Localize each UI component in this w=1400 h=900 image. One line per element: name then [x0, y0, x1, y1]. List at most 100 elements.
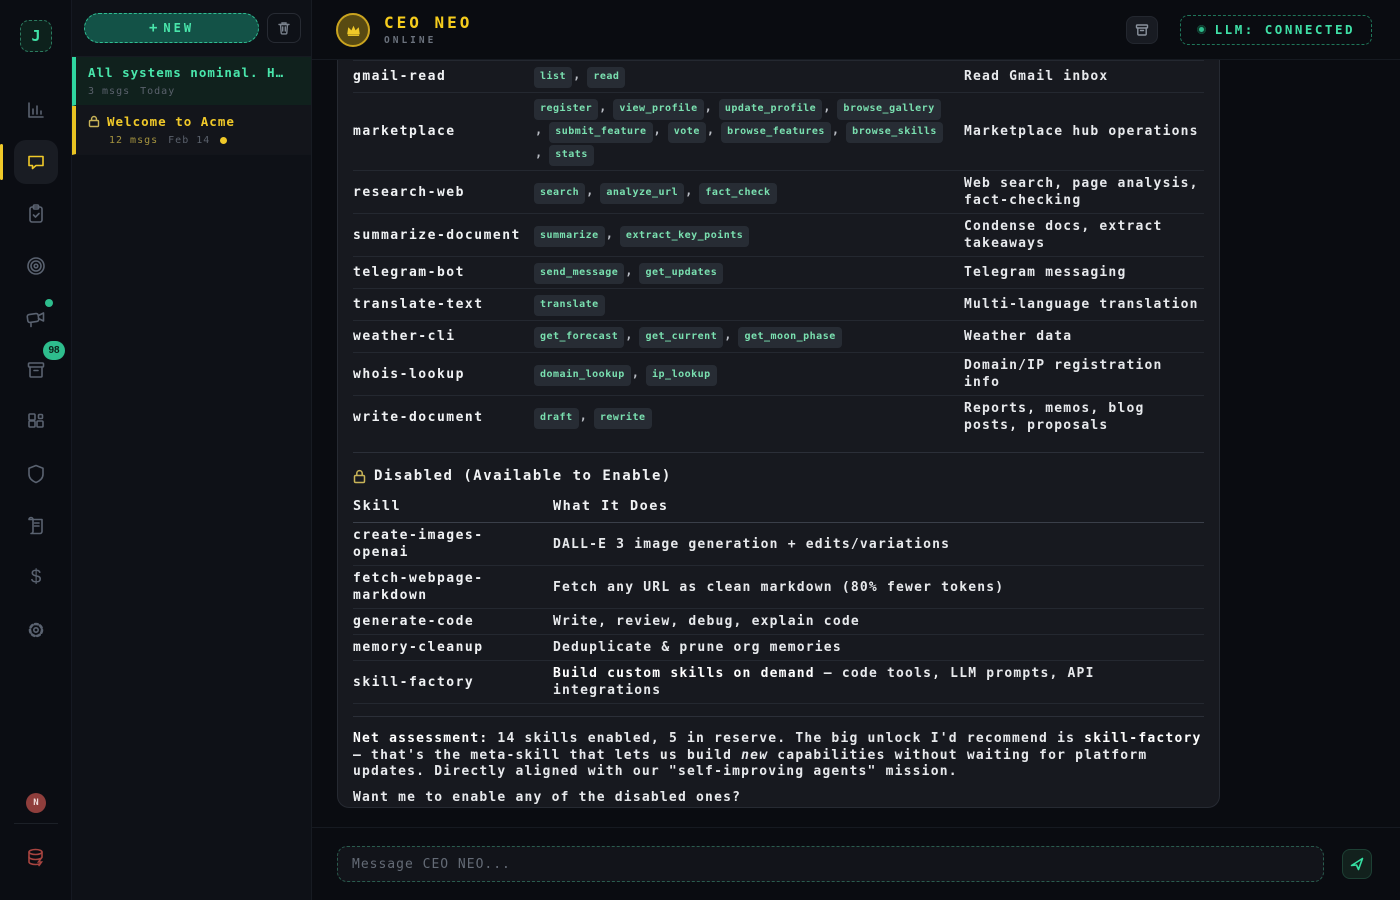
disabled-section-title: Disabled (Available to Enable) — [374, 467, 672, 485]
command-tag: get_current — [639, 327, 723, 348]
command-tag: draft — [534, 408, 579, 429]
column-header-what: What It Does — [553, 498, 1204, 514]
clipboard-check-icon — [24, 202, 48, 226]
skill-name: translate-text — [353, 296, 534, 313]
conversation-item[interactable]: All systems nominal. H… 3 msgsToday — [72, 57, 311, 106]
sidebar-item-database[interactable] — [24, 845, 48, 872]
skill-description: Build custom skills on demand — code too… — [553, 665, 1204, 699]
enabled-skills-table: gmail-readlist,readRead Gmail inboxmarke… — [353, 60, 1204, 438]
command-tag: rewrite — [594, 408, 652, 429]
agent-avatar[interactable] — [336, 13, 370, 47]
sidebar-item-billing[interactable]: $ — [14, 556, 58, 600]
disabled-skill-row: create-images-openaiDALL-E 3 image gener… — [353, 523, 1204, 566]
conversation-meta: 3 msgsToday — [88, 86, 301, 97]
followup-text: Want me to enable any of the disabled on… — [353, 789, 1204, 806]
skill-name: create-images-openai — [353, 527, 553, 561]
assessment-text: Net assessment: 14 skills enabled, 5 in … — [353, 731, 1204, 781]
agent-status: ONLINE — [384, 35, 472, 46]
skill-name: telegram-bot — [353, 264, 534, 281]
command-tag: update_profile — [719, 99, 822, 120]
sidebar-item-camera[interactable] — [14, 296, 58, 340]
skill-commands: translate — [534, 293, 964, 316]
disabled-section-heading: Disabled (Available to Enable) — [353, 467, 1204, 485]
disabled-table-header: Skill What It Does — [353, 491, 1204, 523]
target-icon — [24, 254, 48, 278]
command-tag: browse_gallery — [837, 99, 940, 120]
skill-description: Reports, memos, blog posts, proposals — [964, 400, 1204, 434]
archive-box-icon — [1134, 22, 1150, 38]
app-window: J 98 — [0, 0, 1400, 900]
skill-name: write-document — [353, 409, 534, 426]
command-tag: submit_feature — [549, 122, 652, 143]
sidebar-item-inbox[interactable]: 98 — [14, 348, 58, 392]
command-tag: domain_lookup — [534, 365, 631, 386]
skill-row: whois-lookupdomain_lookup,ip_lookupDomai… — [353, 352, 1204, 395]
skill-name: memory-cleanup — [353, 639, 553, 656]
skill-commands: register,view_profile,update_profile,bro… — [534, 97, 964, 166]
skill-row: write-documentdraft,rewriteReports, memo… — [353, 395, 1204, 438]
archive-button[interactable] — [1126, 16, 1158, 44]
sidebar-item-goals[interactable] — [14, 244, 58, 288]
send-icon — [1349, 856, 1365, 872]
sidebar-item-modules[interactable] — [14, 400, 58, 444]
gear-icon — [24, 618, 48, 642]
command-tag: get_updates — [639, 263, 723, 284]
skill-row: gmail-readlist,readRead Gmail inbox — [353, 60, 1204, 92]
sidebar-item-settings[interactable] — [14, 608, 58, 652]
divider — [14, 823, 58, 824]
new-chat-label: NEW — [163, 21, 194, 35]
skill-description: Write, review, debug, explain code — [553, 613, 1204, 630]
llm-status-badge: LLM: CONNECTED — [1180, 15, 1372, 45]
secondary-avatar[interactable]: N — [26, 793, 46, 813]
divider — [353, 716, 1204, 717]
bar-chart-icon — [24, 98, 48, 122]
conversation-title: All systems nominal. H… — [88, 65, 301, 80]
message-input[interactable] — [337, 846, 1324, 882]
skill-row: translate-texttranslateMulti-language tr… — [353, 288, 1204, 320]
skill-name: fetch-webpage-markdown — [353, 570, 553, 604]
skill-description: Read Gmail inbox — [964, 68, 1204, 85]
composer — [312, 827, 1400, 900]
shield-icon — [24, 462, 48, 486]
skill-row: telegram-botsend_message,get_updatesTele… — [353, 256, 1204, 288]
conversation-item[interactable]: Welcome to Acme 12 msgsFeb 14 — [72, 106, 311, 155]
skill-row: weather-cliget_forecast,get_current,get_… — [353, 320, 1204, 352]
column-header-skill: Skill — [353, 498, 553, 514]
new-chat-button[interactable]: + NEW — [84, 13, 259, 43]
delete-chat-button[interactable] — [267, 13, 301, 43]
skill-row: marketplaceregister,view_profile,update_… — [353, 92, 1204, 170]
sidebar-item-shield[interactable] — [14, 452, 58, 496]
command-tag: view_profile — [613, 99, 703, 120]
command-tag: translate — [534, 295, 605, 316]
command-tag: vote — [668, 122, 706, 143]
skill-name: skill-factory — [353, 674, 553, 691]
conversation-title: Welcome to Acme — [88, 114, 301, 129]
sidebar-item-analytics[interactable] — [14, 88, 58, 132]
sidebar-item-logs[interactable] — [14, 504, 58, 548]
disabled-skills-table: create-images-openaiDALL-E 3 image gener… — [353, 523, 1204, 704]
assistant-message: gmail-readlist,readRead Gmail inboxmarke… — [337, 60, 1220, 808]
command-tag: send_message — [534, 263, 624, 284]
command-tag: browse_skills — [846, 122, 943, 143]
unread-dot — [220, 137, 227, 144]
skill-name: marketplace — [353, 123, 534, 140]
skill-description: Marketplace hub operations — [964, 123, 1204, 140]
skill-commands: summarize,extract_key_points — [534, 224, 964, 247]
send-button[interactable] — [1342, 849, 1372, 879]
command-tag: read — [587, 67, 625, 88]
camera-icon — [24, 306, 48, 330]
skill-name: gmail-read — [353, 68, 534, 85]
sidebar-item-tasks[interactable] — [14, 192, 58, 236]
command-tag: fact_check — [699, 183, 776, 204]
conversation-meta: 12 msgsFeb 14 — [88, 135, 301, 146]
llm-status-label: LLM: CONNECTED — [1215, 22, 1355, 37]
user-avatar[interactable]: J — [20, 20, 52, 52]
skill-row: summarize-documentsummarize,extract_key_… — [353, 213, 1204, 256]
badge-count: 98 — [43, 341, 65, 360]
command-tag: extract_key_points — [620, 226, 749, 247]
chat-header: CEO NEO ONLINE LLM: CONNECTED — [312, 0, 1400, 60]
skill-description: Condense docs, extract takeaways — [964, 218, 1204, 252]
blocks-icon — [24, 410, 48, 434]
crown-icon — [345, 23, 362, 37]
sidebar-item-chat[interactable] — [14, 140, 58, 184]
